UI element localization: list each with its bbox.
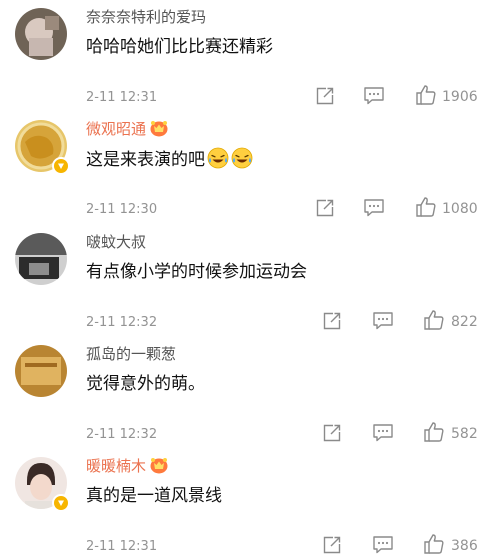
username[interactable]: 啵蚊大叔 [86,232,146,252]
comment-item: 啵蚊大叔有点像小学的时候参加运动会 2-11 12:32 822 [0,233,500,333]
username-text: 微观昭通 [86,120,147,138]
comment-text-content: 这是来表演的吧 [86,150,205,170]
like-count: 1906 [442,89,478,105]
comment-item: 暖暖楠木真的是一道风景线 2-11 12:31 386 [0,457,500,557]
username[interactable]: 暖暖楠木 [86,456,169,479]
comment-text-content: 哈哈哈她们比比赛还精彩 [86,37,273,57]
timestamp: 2-11 12:32 [86,427,158,442]
thumbs-up-icon[interactable] [415,196,437,222]
share-icon[interactable] [322,423,342,447]
like-count: 386 [451,538,478,554]
like-count: 1080 [442,201,478,217]
comment-text-content: 觉得意外的萌。 [86,374,205,394]
comment-text-content: 有点像小学的时候参加运动会 [86,262,307,282]
verified-badge-icon [52,494,70,512]
like-count: 822 [451,314,478,330]
avatar[interactable] [15,345,67,397]
laughing-tears-emoji [231,147,253,176]
share-icon[interactable] [315,198,335,222]
avatar[interactable] [15,8,67,60]
timestamp: 2-11 12:32 [86,315,158,330]
comment-text: 哈哈哈她们比比赛还精彩 [86,35,273,59]
comment-text: 这是来表演的吧 [86,147,253,176]
vip-crown-icon [149,456,169,479]
username[interactable]: 微观昭通 [86,119,169,142]
username-text: 啵蚊大叔 [86,233,147,251]
like-count: 582 [451,426,478,442]
laughing-tears-emoji [207,147,229,176]
timestamp: 2-11 12:31 [86,90,158,105]
share-icon[interactable] [322,535,342,559]
timestamp: 2-11 12:31 [86,539,158,554]
comment-item: 孤岛的一颗葱觉得意外的萌。 2-11 12:32 582 [0,345,500,445]
comment-item: 奈奈奈特利的爱玛哈哈哈她们比比赛还精彩 2-11 12:31 1906 [0,8,500,108]
comment-icon[interactable] [372,311,394,335]
username[interactable]: 孤岛的一颗葱 [86,344,176,364]
comment-icon[interactable] [372,535,394,559]
share-icon[interactable] [315,86,335,110]
username-text: 暖暖楠木 [86,457,147,475]
comment-text: 觉得意外的萌。 [86,372,205,396]
username-text: 孤岛的一颗葱 [86,345,177,363]
thumbs-up-icon[interactable] [423,309,445,335]
share-icon[interactable] [322,311,342,335]
username[interactable]: 奈奈奈特利的爱玛 [86,7,206,27]
timestamp: 2-11 12:30 [86,202,158,217]
thumbs-up-icon[interactable] [415,84,437,110]
comment-text-content: 真的是一道风景线 [86,486,222,506]
thumbs-up-icon[interactable] [423,533,445,559]
thumbs-up-icon[interactable] [423,421,445,447]
comment-text: 有点像小学的时候参加运动会 [86,260,307,284]
comment-item: 微观昭通这是来表演的吧 2-11 12:30 1080 [0,120,500,220]
vip-crown-icon [149,119,169,142]
username-text: 奈奈奈特利的爱玛 [86,8,207,26]
avatar[interactable] [15,233,67,285]
comment-text: 真的是一道风景线 [86,484,222,508]
comment-icon[interactable] [363,86,385,110]
verified-badge-icon [52,157,70,175]
comment-icon[interactable] [372,423,394,447]
comment-icon[interactable] [363,198,385,222]
